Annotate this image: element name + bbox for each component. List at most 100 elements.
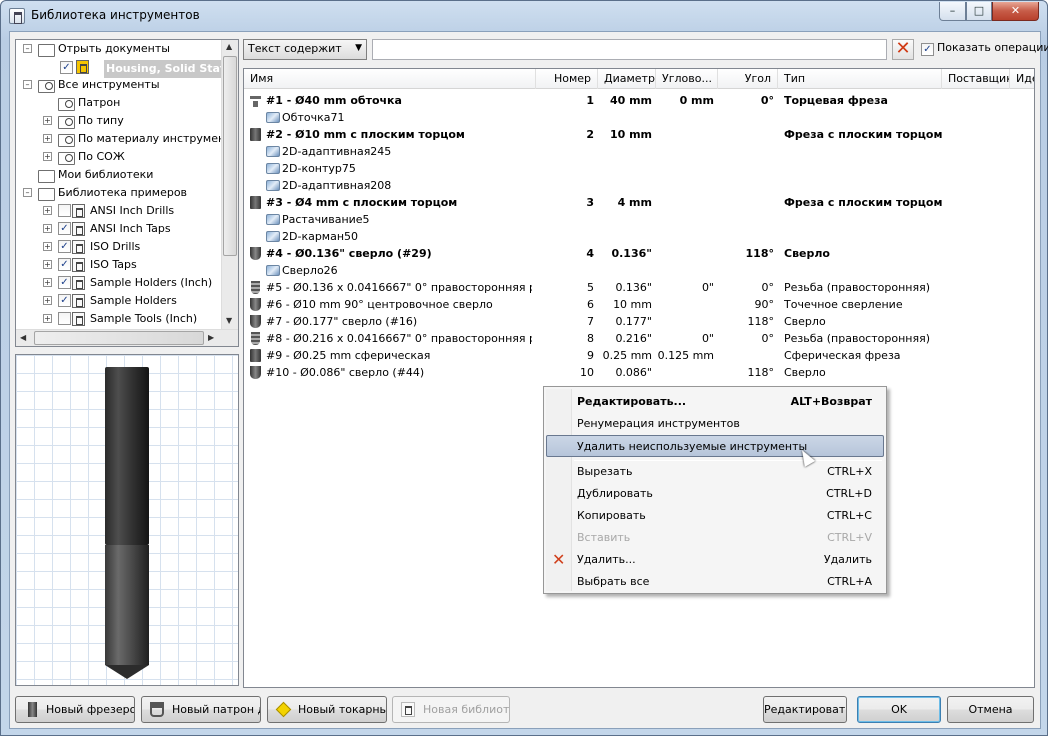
scroll-down-arrow-icon[interactable]: ▼	[226, 316, 232, 325]
tree-item-sample-holders[interactable]: Sample Holders	[90, 292, 177, 310]
menu-item-select-all[interactable]: Выбрать все CTRL+A	[546, 571, 884, 593]
tree-horizontal-scrollbar[interactable]: ◀ ▶	[16, 329, 238, 346]
tree-item-iso-drills[interactable]: ISO Drills	[90, 238, 140, 256]
ok-button[interactable]: OK	[857, 696, 941, 723]
checkbox[interactable]	[58, 312, 71, 325]
operation-row[interactable]: Растачивание5	[244, 211, 1034, 228]
tree-item-by-coolant[interactable]: По СОЖ	[78, 148, 125, 166]
column-header-angle[interactable]: Угол	[718, 69, 778, 89]
checkbox[interactable]: ✓	[58, 276, 71, 289]
tool-row[interactable]: #6 - Ø10 mm 90° центровочное сверло 6 10 m…	[244, 296, 1034, 313]
cell-cr: 0.125 mm	[657, 349, 714, 362]
tool-tip-graphic	[105, 665, 149, 679]
operation-row[interactable]: 2D-контур75	[244, 160, 1034, 177]
tree-item-open-docs[interactable]: Отрыть документы	[58, 40, 170, 58]
operation-row[interactable]: Обточка71	[244, 109, 1034, 126]
expand-toggle[interactable]: +	[43, 134, 52, 143]
column-header-diameter[interactable]: Диаметр	[598, 69, 656, 89]
tool-row[interactable]: #10 - Ø0.086" сверло (#44) 10 0.086" 118° Св…	[244, 364, 1034, 381]
menu-item-cut[interactable]: Вырезать CTRL+X	[546, 461, 884, 483]
tree-item-ansi-taps[interactable]: ANSI Inch Taps	[90, 220, 171, 238]
expand-toggle[interactable]: +	[43, 278, 52, 287]
library-tree[interactable]: – Отрыть документы ✓ Housing, Solid Stat…	[15, 39, 239, 347]
operation-icon	[266, 146, 280, 157]
tree-item-sample-library[interactable]: Библиотека примеров	[58, 184, 187, 202]
collapse-toggle[interactable]: –	[23, 188, 32, 197]
tree-item-all-tools[interactable]: Все инструменты	[58, 76, 160, 94]
tool-row[interactable]: #9 - Ø0.25 mm сферическая 9 0.25 mm 0.125 m…	[244, 347, 1034, 364]
tree-item-ansi-drills[interactable]: ANSI Inch Drills	[90, 202, 174, 220]
column-header-number[interactable]: Номер	[536, 69, 598, 89]
tool-row[interactable]: #1 - Ø40 mm обточка 1 40 mm 0 mm 0° Торцевая …	[244, 92, 1034, 109]
operation-row[interactable]: 2D-адаптивная208	[244, 177, 1034, 194]
tree-item-holder[interactable]: Патрон	[78, 94, 120, 112]
expand-toggle[interactable]: +	[43, 116, 52, 125]
tool-row[interactable]: #8 - Ø0.216 x 0.0416667" 0° правосторонн…	[244, 330, 1034, 347]
tool-row[interactable]: #3 - Ø4 mm с плоским торцом 3 4 mm Фреза с …	[244, 194, 1034, 211]
checkbox[interactable]	[58, 204, 71, 217]
menu-item-copy[interactable]: Копировать CTRL+C	[546, 505, 884, 527]
maximize-button[interactable]: □	[966, 2, 992, 21]
expand-toggle[interactable]: +	[43, 314, 52, 323]
menu-item-edit[interactable]: Редактировать... ALT+Возврат	[546, 391, 884, 413]
tool-row[interactable]: #7 - Ø0.177" сверло (#16) 7 0.177" 118° Свер…	[244, 313, 1034, 330]
column-header-type[interactable]: Тип	[778, 69, 942, 89]
new-turning-button[interactable]: Новый токарный	[267, 696, 387, 723]
menu-item-delete-unused[interactable]: Удалить неиспользуемые инструменты	[546, 435, 884, 457]
expand-toggle[interactable]: +	[43, 152, 52, 161]
tool-row[interactable]: #5 - Ø0.136 x 0.0416667" 0° правосторонн…	[244, 279, 1034, 296]
tree-item-my-libraries[interactable]: Мои библиотеки	[58, 166, 153, 184]
operation-row[interactable]: 2D-адаптивная245	[244, 143, 1034, 160]
tree-item-sample-holders-inch[interactable]: Sample Holders (Inch)	[90, 274, 212, 292]
edit-button[interactable]: Редактировать	[763, 696, 847, 723]
new-holder-button[interactable]: Новый патрон дл	[141, 696, 261, 723]
title-bar[interactable]: Библиотека инструментов – □ ✕	[1, 1, 1047, 31]
tree-item-iso-taps[interactable]: ISO Taps	[90, 256, 137, 274]
menu-item-renumber[interactable]: Ренумерация инструментов	[546, 413, 884, 435]
checkbox[interactable]: ✓	[58, 240, 71, 253]
tree-vertical-scrollbar[interactable]: ▲ ▼	[221, 40, 238, 330]
menu-item-delete[interactable]: ✕ Удалить... Удалить	[546, 549, 884, 571]
folder-icon	[38, 168, 55, 183]
tool-preview[interactable]	[15, 354, 239, 686]
tool-row[interactable]: #2 - Ø10 mm с плоским торцом 2 10 mm Фреза …	[244, 126, 1034, 143]
cancel-button[interactable]: Отмена	[947, 696, 1034, 723]
scroll-thumb[interactable]	[34, 331, 204, 345]
filter-mode-select[interactable]: Текст содержит ▼	[243, 39, 367, 60]
checkbox[interactable]: ✓	[60, 61, 73, 74]
collapse-toggle[interactable]: –	[23, 44, 32, 53]
checkbox[interactable]: ✓	[58, 294, 71, 307]
expand-toggle[interactable]: +	[43, 296, 52, 305]
checkbox[interactable]: ✓	[58, 222, 71, 235]
close-button[interactable]: ✕	[992, 2, 1039, 21]
expand-toggle[interactable]: +	[43, 224, 52, 233]
column-header-vendor[interactable]: Поставщик	[942, 69, 1010, 89]
clear-filter-button[interactable]: ✕	[892, 39, 914, 60]
expand-toggle[interactable]: +	[43, 206, 52, 215]
tree-item-by-type[interactable]: По типу	[78, 112, 124, 130]
expand-toggle[interactable]: +	[43, 260, 52, 269]
scroll-right-arrow-icon[interactable]: ▶	[208, 333, 214, 342]
checkbox[interactable]: ✓	[58, 258, 71, 271]
column-header-id[interactable]: Иде	[1010, 69, 1034, 89]
new-mill-button[interactable]: Новый фрезеров	[15, 696, 135, 723]
column-header-name[interactable]: Имя	[244, 69, 536, 89]
tool-row[interactable]: #4 - Ø0.136" сверло (#29) 4 0.136" 118° Свер…	[244, 245, 1034, 262]
minimize-button[interactable]: –	[939, 2, 966, 21]
filter-text-input[interactable]	[372, 39, 887, 60]
tree-item-sample-tools-inch[interactable]: Sample Tools (Inch)	[90, 310, 197, 328]
expand-toggle[interactable]: +	[43, 242, 52, 251]
tool-grid[interactable]: Имя Номер Диаметр Углово... Угол Тип Пос…	[243, 68, 1035, 688]
operation-row[interactable]: Сверло26	[244, 262, 1034, 279]
menu-item-duplicate[interactable]: Дублировать CTRL+D	[546, 483, 884, 505]
column-header-corner-radius[interactable]: Углово...	[656, 69, 718, 89]
show-operations-checkbox[interactable]: ✓	[921, 43, 934, 56]
tree-item-by-material[interactable]: По материалу инструмента	[78, 130, 238, 148]
scroll-left-arrow-icon[interactable]: ◀	[20, 333, 26, 342]
scroll-up-arrow-icon[interactable]: ▲	[226, 42, 232, 51]
library-icon	[72, 222, 85, 236]
operation-row[interactable]: 2D-карман50	[244, 228, 1034, 245]
scroll-thumb[interactable]	[223, 56, 237, 256]
collapse-toggle[interactable]: –	[23, 80, 32, 89]
window-title: Библиотека инструментов	[31, 8, 200, 22]
